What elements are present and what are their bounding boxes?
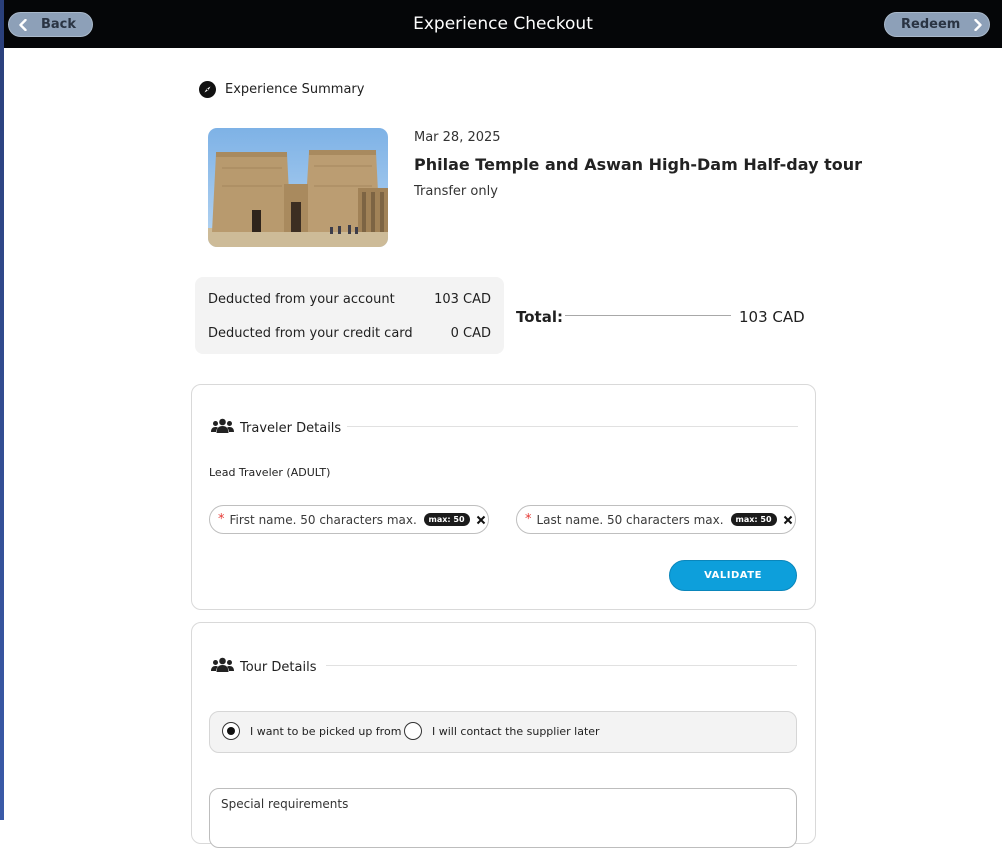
compass-icon — [199, 81, 216, 98]
special-requirements-label: Special requirements — [221, 797, 349, 811]
clear-icon[interactable] — [783, 515, 793, 525]
deduction-label: Deducted from your credit card — [208, 326, 413, 341]
required-mark: * — [525, 512, 532, 527]
total-value: 103 CAD — [739, 308, 805, 326]
page-title: Experience Checkout — [413, 14, 593, 34]
experience-summary-title: Experience Summary — [225, 82, 365, 97]
chevron-right-icon — [974, 18, 983, 31]
section-divider — [347, 426, 798, 427]
lead-traveler-label: Lead Traveler (ADULT) — [209, 466, 331, 479]
radio-button[interactable] — [404, 722, 422, 740]
traveler-details-header: Traveler Details — [211, 418, 341, 438]
users-icon — [211, 418, 234, 438]
validate-button[interactable]: VALIDATE — [669, 560, 797, 591]
tour-details-title: Tour Details — [240, 659, 317, 675]
radio-selected-dot — [227, 727, 235, 735]
window-edge — [0, 0, 4, 820]
total-label: Total: — [516, 308, 563, 326]
traveler-details-title: Traveler Details — [240, 420, 342, 436]
clear-icon[interactable] — [476, 515, 486, 525]
redeem-button[interactable]: Redeem — [884, 12, 990, 37]
radio-button[interactable] — [222, 722, 240, 740]
tour-subtitle: Transfer only — [414, 184, 498, 199]
radio-pickup[interactable]: I want to be picked up from — [222, 722, 401, 740]
deductions-box: Deducted from your account 103 CAD Deduc… — [195, 277, 504, 354]
required-mark: * — [218, 512, 225, 527]
redeem-label: Redeem — [901, 17, 961, 32]
deduction-value: 103 CAD — [434, 292, 491, 307]
radio-label: I want to be picked up from — [250, 724, 402, 738]
deduction-value: 0 CAD — [450, 326, 491, 341]
first-name-input[interactable] — [227, 511, 420, 528]
deduction-label: Deducted from your account — [208, 292, 395, 307]
pickup-options: I want to be picked up from I will conta… — [209, 711, 797, 753]
tour-title: Philae Temple and Aswan High-Dam Half-da… — [414, 155, 862, 174]
first-name-field: * max: 50 — [209, 505, 489, 534]
deduction-row: Deducted from your credit card 0 CAD — [208, 326, 491, 341]
last-name-field: * max: 50 — [516, 505, 796, 534]
total-divider — [565, 315, 731, 316]
last-name-input[interactable] — [534, 511, 727, 528]
tour-photo — [208, 128, 388, 247]
radio-contact-later[interactable]: I will contact the supplier later — [404, 722, 600, 740]
radio-label: I will contact the supplier later — [432, 724, 600, 738]
section-divider — [326, 665, 797, 666]
max-length-badge: max: 50 — [423, 513, 470, 526]
tour-details-header: Tour Details — [211, 657, 316, 677]
users-icon — [211, 657, 234, 677]
experience-summary-header: Experience Summary — [199, 81, 364, 98]
max-length-badge: max: 50 — [730, 513, 777, 526]
tour-date: Mar 28, 2025 — [414, 130, 501, 145]
tour-details-card: Tour Details I want to be picked up from… — [191, 622, 816, 848]
deduction-row: Deducted from your account 103 CAD — [208, 292, 491, 307]
special-requirements-field[interactable]: Special requirements — [209, 788, 797, 848]
traveler-details-card: Traveler Details Lead Traveler (ADULT) *… — [191, 384, 816, 610]
